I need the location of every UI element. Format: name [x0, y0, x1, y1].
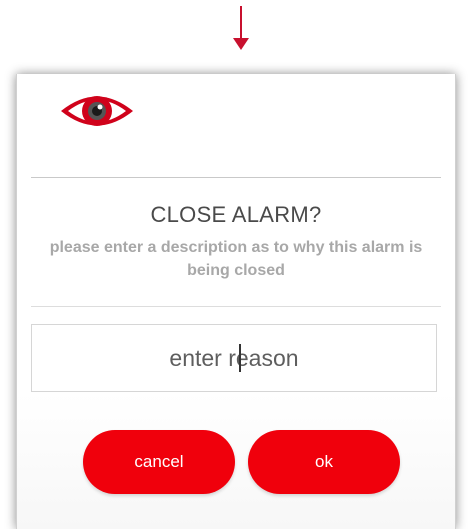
dialog-title: CLOSE ALARM? — [150, 202, 322, 227]
screen: CLOSE ALARM? please enter a description … — [0, 0, 472, 529]
down-arrow-icon — [233, 6, 249, 50]
cancel-button[interactable]: cancel — [83, 430, 235, 494]
dialog-subtitle: please enter a description as to why thi… — [49, 239, 423, 279]
divider — [31, 306, 441, 307]
eye-icon — [61, 96, 133, 126]
reason-input[interactable] — [31, 324, 437, 392]
divider — [31, 177, 441, 178]
text-cursor — [239, 344, 241, 372]
close-alarm-dialog: CLOSE ALARM? please enter a description … — [16, 74, 456, 529]
ok-button[interactable]: ok — [248, 430, 400, 494]
